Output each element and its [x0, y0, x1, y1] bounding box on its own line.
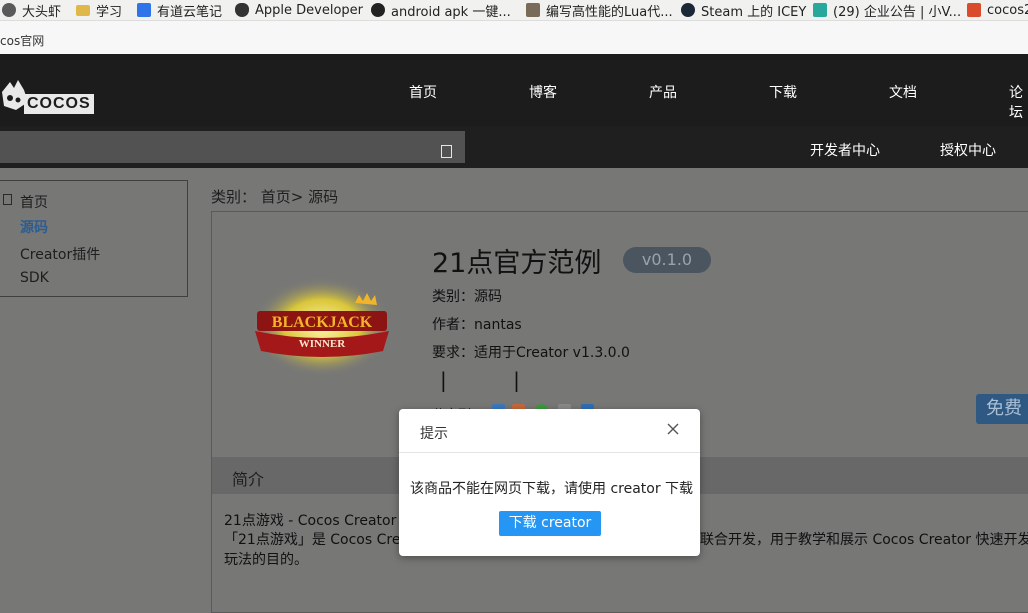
bookmark-label: android apk 一键...	[391, 4, 511, 20]
category-sidebar: 首页 源码 Creator插件 SDK	[0, 180, 188, 297]
product-title: 21点官方范例	[432, 248, 602, 279]
bookmark-item[interactable]: Apple Developer	[235, 1, 363, 19]
free-button[interactable]: 免费	[976, 394, 1028, 424]
bookmark-item[interactable]: Steam 上的 ICEY	[681, 1, 807, 20]
bookmark-item[interactable]: cocos2	[967, 1, 1028, 19]
bookmark-item[interactable]: android apk 一键...	[371, 1, 511, 20]
dialog-divider	[399, 452, 700, 453]
bookmark-label: Steam 上的 ICEY	[701, 4, 807, 20]
intro-line-2-end: 联合开发，用于教学和展示 Cocos Creator 快速开发游	[700, 532, 1028, 548]
sidebar-item-creator-plugins[interactable]: Creator插件	[20, 244, 100, 264]
intro-line-3: 玩法的目的。	[224, 552, 308, 568]
apple-icon	[235, 3, 249, 17]
search-input[interactable]	[0, 131, 465, 163]
logo-text: COCOS	[24, 94, 94, 114]
intro-line-1: 21点游戏 - Cocos Creator 制	[224, 513, 415, 529]
puzzle-icon	[967, 3, 981, 17]
separator-pipes: | |	[440, 368, 550, 392]
logo-text-top: BLACKJACK	[272, 314, 373, 331]
breadcrumb: 类别： 首页> 源码	[211, 188, 339, 206]
product-author: 作者：nantas	[432, 317, 522, 333]
dialog-message: 该商品不能在网页下载，请使用 creator 下载	[410, 481, 694, 497]
bookmark-label: 学习	[96, 4, 123, 20]
bookmark-item[interactable]: 有道云笔记	[137, 1, 223, 20]
product-category: 类别：源码	[432, 289, 502, 305]
user-icon	[2, 3, 16, 17]
image-icon	[526, 3, 540, 17]
grid-icon	[813, 3, 827, 17]
tab-strip: cos官网	[0, 21, 1028, 54]
bookmarks-bar: 大头虾 学习 有道云笔记 Apple Developer android apk…	[0, 0, 1028, 21]
tab-title[interactable]: cos官网	[0, 32, 44, 49]
nav-docs[interactable]: 文档	[889, 82, 917, 102]
version-badge: v0.1.0	[623, 247, 711, 273]
sidebar-item-home[interactable]: 首页	[20, 192, 48, 212]
note-icon	[137, 3, 151, 17]
cocos-logo[interactable]: COCOS	[0, 64, 94, 114]
bookmark-label: 有道云笔记	[157, 4, 223, 20]
bookmark-label: (29) 企业公告 | 小V...	[833, 4, 962, 20]
folder-icon	[76, 4, 90, 16]
bookmark-item[interactable]: (29) 企业公告 | 小V...	[813, 1, 962, 20]
nav-license-center[interactable]: 授权中心	[940, 140, 996, 160]
nav-blog[interactable]: 博客	[529, 82, 557, 102]
close-icon[interactable]	[665, 421, 681, 437]
sub-navbar: 开发者中心 授权中心	[0, 126, 1028, 168]
bookmark-item[interactable]: 编写高性能的Lua代...	[526, 1, 673, 20]
main-navbar: COCOS 首页 博客 产品 下载 文档 论坛	[0, 54, 1028, 126]
penguin-icon	[371, 3, 385, 17]
bookmark-item[interactable]: 大头虾	[2, 1, 62, 20]
nav-home[interactable]: 首页	[409, 82, 437, 102]
home-icon	[3, 194, 12, 205]
sidebar-item-sdk[interactable]: SDK	[20, 270, 49, 286]
dialog-title: 提示	[420, 426, 448, 442]
nav-products[interactable]: 产品	[649, 82, 677, 102]
download-creator-button[interactable]: 下载 creator	[499, 511, 601, 536]
nav-download[interactable]: 下载	[769, 82, 797, 102]
bookmark-label: cocos2	[987, 2, 1028, 18]
bookmark-label: 大头虾	[22, 4, 62, 20]
bookmark-label: 编写高性能的Lua代...	[546, 4, 673, 20]
steam-icon	[681, 3, 695, 17]
bookmark-folder[interactable]: 学习	[76, 1, 123, 20]
nav-developer-center[interactable]: 开发者中心	[810, 140, 880, 160]
intro-line-2-start: 「21点游戏」是 Cocos Crea	[224, 532, 410, 548]
search-icon[interactable]	[441, 145, 452, 158]
nav-forum[interactable]: 论坛	[1009, 82, 1028, 122]
sidebar-item-source[interactable]: 源码	[20, 217, 48, 237]
product-image: BLACKJACK WINNER	[252, 277, 392, 377]
logo-text-bottom: WINNER	[299, 338, 347, 350]
product-requirement: 要求：适用于Creator v1.3.0.0	[432, 345, 630, 361]
intro-heading: 简介	[232, 470, 265, 489]
bookmark-label: Apple Developer	[255, 2, 363, 18]
download-notice-dialog: 提示 该商品不能在网页下载，请使用 creator 下载 下载 creator	[399, 409, 700, 556]
